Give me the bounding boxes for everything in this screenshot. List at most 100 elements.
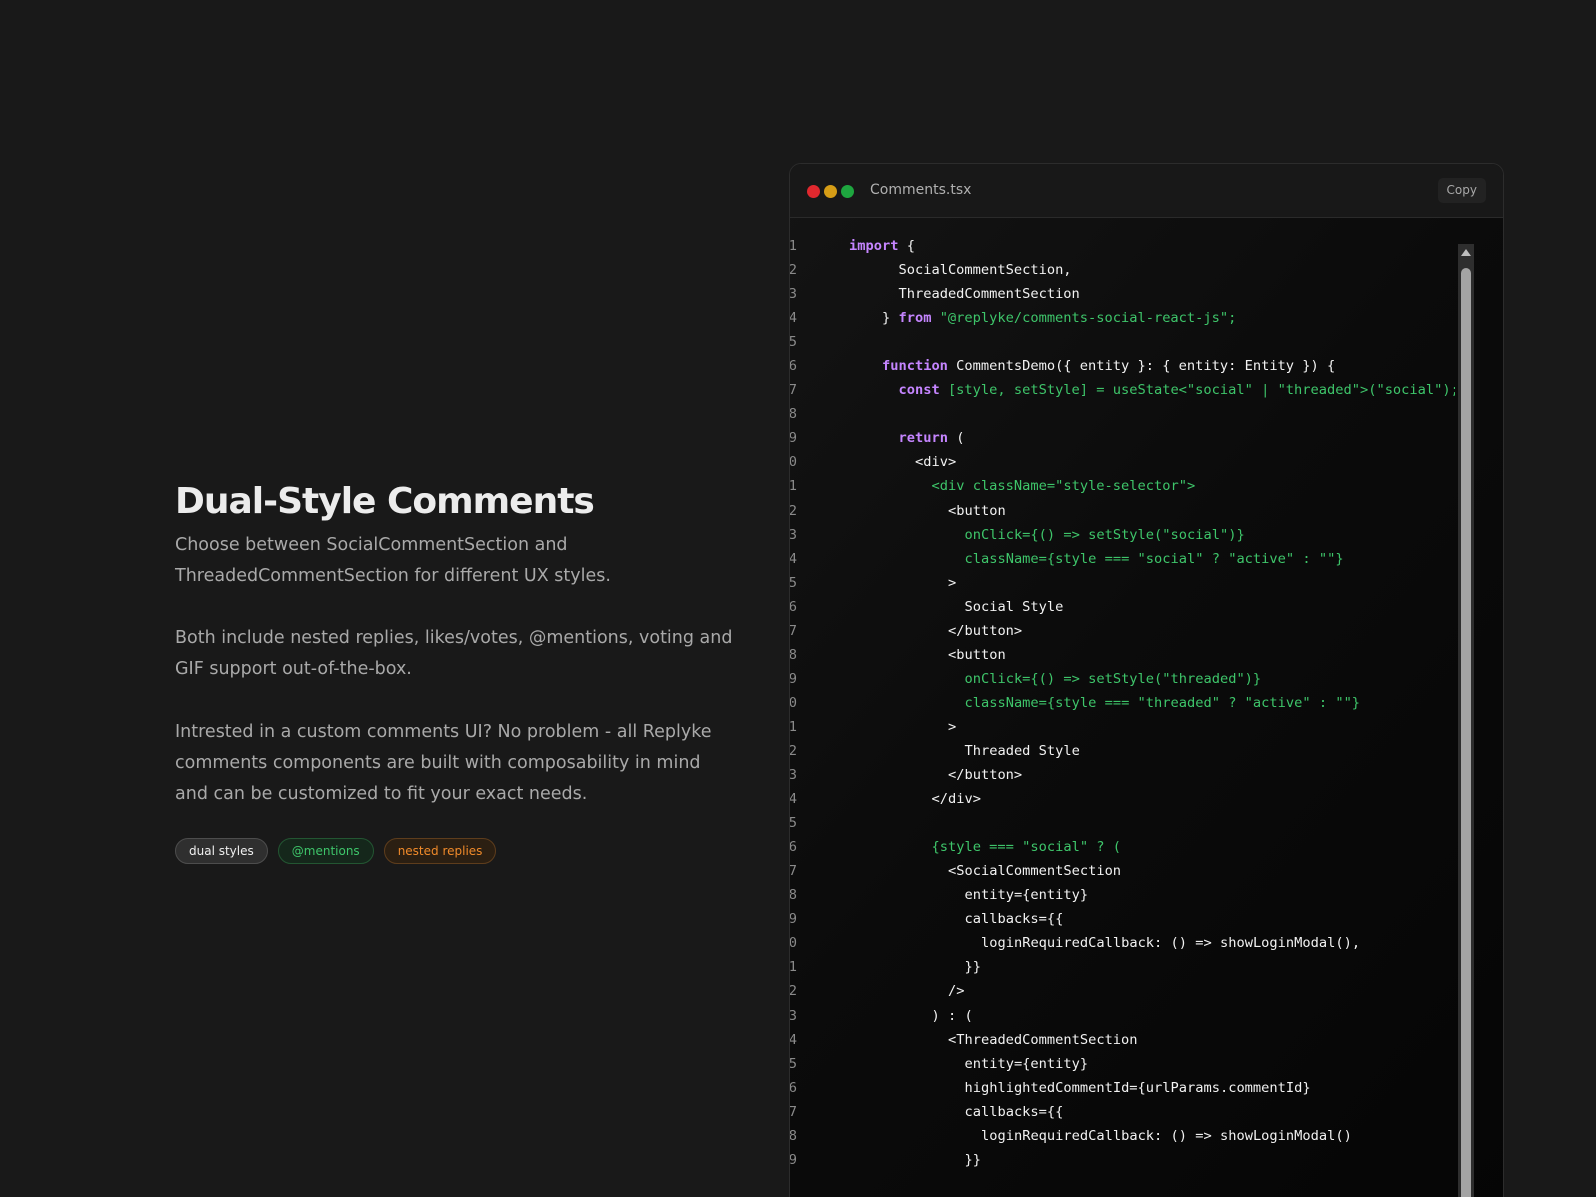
line-number: 6: [790, 354, 797, 378]
code-line: 4} from "@replyke/comments-social-react-…: [790, 306, 1455, 330]
code-keyword: return: [898, 430, 948, 447]
code-token: callbacks={{: [964, 911, 1064, 928]
line-number: 10: [790, 450, 797, 474]
code-line: 11 <div className="style-selector">: [790, 474, 1455, 498]
code-token: SocialCommentSection,: [898, 262, 1072, 279]
code-string: className={style === "social" ? "active"…: [964, 550, 1344, 567]
code-text: Social Style: [965, 595, 1064, 619]
code-block[interactable]: 1import {2 SocialCommentSection, 3Threaded…: [790, 234, 1455, 1197]
code-string: "@replyke/comments-social-react-js";: [931, 310, 1237, 327]
code-line: 23 </button>: [790, 763, 1455, 787]
line-number: 30: [790, 931, 797, 955]
code-text: <div>: [915, 450, 956, 474]
line-number: 14: [790, 547, 797, 571]
code-text: ThreadedCommentSection: [899, 282, 1080, 306]
line-number: 38: [790, 1124, 797, 1148]
code-line: 1 import {: [790, 234, 1455, 258]
code-line: 28 entity={entity}: [790, 883, 1455, 907]
code-line: 27 <SocialCommentSection: [790, 859, 1455, 883]
code-line: 20 className={style === "threaded" ? "act…: [790, 691, 1455, 715]
code-filename: Comments.tsx: [870, 182, 972, 198]
line-number: 2: [790, 258, 797, 282]
code-line: 5: [790, 330, 1455, 354]
code-text: >: [948, 571, 956, 595]
line-number: 17: [790, 619, 797, 643]
code-text: callbacks={{: [965, 1100, 1064, 1124]
line-number: 15: [790, 571, 797, 595]
code-token: entity={entity}: [964, 1055, 1089, 1072]
code-text: />: [948, 979, 964, 1003]
code-text: highlightedCommentId={urlParams.commentI…: [965, 1076, 1311, 1100]
line-number: 13: [790, 523, 797, 547]
code-text: entity={entity}: [965, 883, 1089, 907]
code-text: <button: [948, 643, 1006, 667]
feature-title: Dual-Style Comments: [175, 481, 595, 522]
tag-mentions: @mentions: [277, 838, 374, 864]
feature-description: Choose between SocialCommentSection and …: [175, 535, 611, 586]
code-line: 22 Threaded Style: [790, 739, 1455, 763]
code-text: callbacks={{: [965, 907, 1064, 931]
line-number: 37: [790, 1100, 797, 1124]
code-token: (: [947, 430, 965, 447]
code-string: [style, setStyle] = useState<"social" | …: [939, 382, 1455, 399]
code-keyword: from: [898, 310, 932, 327]
code-line: 14 className={style === "social" ? "activ…: [790, 547, 1455, 571]
code-token: CommentsDemo({ entity }: { entity: Entit…: [947, 358, 1336, 375]
code-line: 18 <button: [790, 643, 1455, 667]
code-token: }}: [964, 1151, 981, 1168]
code-line: 6 function CommentsDemo({ entity }: { ent…: [790, 354, 1455, 378]
code-token: ) : (: [931, 1007, 973, 1024]
code-token: loginRequiredCallback: () => showLoginMo…: [981, 1127, 1352, 1144]
line-number: 26: [790, 835, 797, 859]
code-text: <SocialCommentSection: [948, 859, 1121, 883]
feature-section: Dual-Style Comments Choose between Socia…: [175, 478, 735, 864]
code-line: 33) : (: [790, 1004, 1455, 1028]
code-text: <div className="style-selector">: [932, 474, 1196, 498]
copy-button[interactable]: Copy: [1437, 178, 1486, 203]
line-number: 11: [790, 474, 797, 498]
code-token: >: [948, 718, 957, 735]
tag-nested-replies: nested replies: [383, 838, 497, 864]
line-number: 24: [790, 787, 797, 811]
code-string: <div className="style-selector">: [931, 478, 1196, 495]
code-text: return (: [899, 426, 965, 450]
code-line: 39}}: [790, 1148, 1455, 1172]
code-string: className={style === "threaded" ? "activ…: [964, 694, 1361, 711]
code-line: 3 ThreadedCommentSection: [790, 282, 1455, 306]
code-token: loginRequiredCallback: () => showLoginMo…: [981, 935, 1361, 952]
code-token: entity={entity}: [964, 887, 1089, 904]
code-text: function CommentsDemo({ entity }: { enti…: [882, 354, 1335, 378]
code-text: <ThreadedCommentSection: [948, 1028, 1138, 1052]
line-number: 7: [790, 378, 797, 402]
line-number: 27: [790, 859, 797, 883]
page: Dual-Style Comments Choose between Socia…: [0, 0, 1596, 1197]
code-line: 12 <button: [790, 499, 1455, 523]
scroll-up-arrow-icon[interactable]: [1461, 249, 1471, 256]
code-text: }}: [965, 955, 981, 979]
code-line: 25: [790, 811, 1455, 835]
code-token: </button>: [948, 622, 1023, 639]
code-string: onClick={() => setStyle("social")}: [964, 526, 1245, 543]
code-line: 34 <ThreadedCommentSection: [790, 1028, 1455, 1052]
code-line: 31}}: [790, 955, 1455, 979]
code-token: }}: [964, 959, 981, 976]
code-line: 36 highlightedCommentId={urlParams.commen…: [790, 1076, 1455, 1100]
code-token: </div>: [931, 791, 981, 808]
code-text: SocialCommentSection,: [899, 258, 1072, 282]
code-token: <button: [948, 502, 1006, 519]
code-token: {: [898, 238, 915, 254]
code-text: loginRequiredCallback: () => showLoginMo…: [981, 931, 1360, 955]
line-number: 31: [790, 955, 797, 979]
code-scrollbar[interactable]: [1458, 244, 1474, 1197]
line-number: 16: [790, 595, 797, 619]
code-window-titlebar: Comments.tsx Copy: [790, 164, 1503, 218]
scroll-thumb[interactable]: [1461, 268, 1471, 1197]
code-line: 15 >: [790, 571, 1455, 595]
code-string: onClick={() => setStyle("threaded")}: [964, 670, 1262, 687]
line-number: 19: [790, 667, 797, 691]
code-window: Comments.tsx Copy 1import {2 SocialCommen…: [789, 163, 1504, 1197]
line-number: 36: [790, 1076, 797, 1100]
code-line: 8: [790, 402, 1455, 426]
code-line: 32 />: [790, 979, 1455, 1003]
code-token: </button>: [948, 767, 1023, 784]
